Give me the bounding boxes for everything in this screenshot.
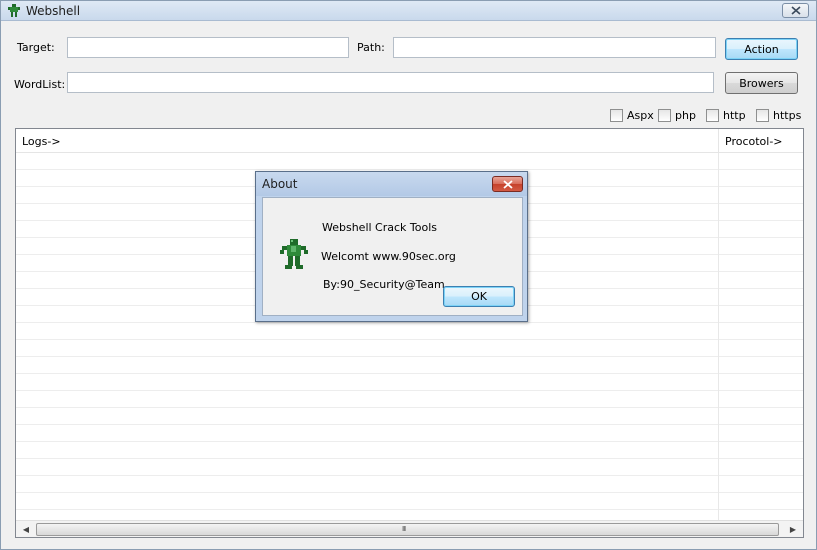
about-line-welcome: Welcomt www.90sec.org [321,250,456,263]
list-header: Logs-> Procotol-> [16,129,803,153]
about-dialog-close-button[interactable] [492,176,523,192]
scroll-right-arrow-icon[interactable]: ▶ [787,524,799,535]
about-dialog-body: Webshell Crack Tools Welcomt www.90sec.o… [262,197,523,316]
path-input[interactable] [393,37,716,58]
checkbox-box[interactable] [610,108,623,122]
aspx-checkbox[interactable]: Aspx [610,107,654,123]
target-input[interactable] [67,37,349,58]
window-close-button[interactable] [782,3,809,18]
about-line-author: By:90_Security@Team [323,278,445,291]
action-button[interactable]: Action [725,38,798,60]
php-label: php [675,108,696,122]
horizontal-scrollbar[interactable]: ◀ III ▶ [16,520,803,537]
window-title: Webshell [26,4,81,18]
main-window: Webshell Target: Path: Action WordList: … [0,0,817,550]
green-figure-icon [6,3,22,19]
aspx-label: Aspx [627,108,654,122]
green-figure-icon [280,238,308,270]
path-label: Path: [357,41,385,54]
column-gridline [718,153,719,520]
https-checkbox[interactable]: https [756,107,801,123]
checkbox-box[interactable] [706,108,719,122]
target-label: Target: [17,41,55,54]
wordlist-input[interactable] [67,72,714,93]
close-icon [791,6,801,15]
about-dialog: About Webshell Crack Tools Welcomt www.9… [255,171,528,322]
checkbox-box[interactable] [756,108,769,122]
scroll-left-arrow-icon[interactable]: ◀ [20,524,32,535]
about-dialog-title: About [262,177,298,191]
close-icon [503,180,513,189]
about-dialog-title-bar[interactable]: About [256,172,527,196]
http-label: http [723,108,746,122]
http-checkbox[interactable]: http [706,107,746,123]
checkbox-box[interactable] [658,108,671,122]
wordlist-label: WordList: [14,78,66,91]
about-line-title: Webshell Crack Tools [322,221,438,234]
https-label: https [773,108,802,122]
grip-icon: III [402,525,406,533]
column-header-protocol[interactable]: Procotol-> [719,129,803,153]
scrollbar-thumb[interactable]: III [36,523,779,536]
title-bar[interactable]: Webshell [1,1,816,21]
ok-button[interactable]: OK [443,286,515,307]
column-header-logs[interactable]: Logs-> [16,129,718,153]
browse-button[interactable]: Browers [725,72,798,94]
php-checkbox[interactable]: php [658,107,696,123]
